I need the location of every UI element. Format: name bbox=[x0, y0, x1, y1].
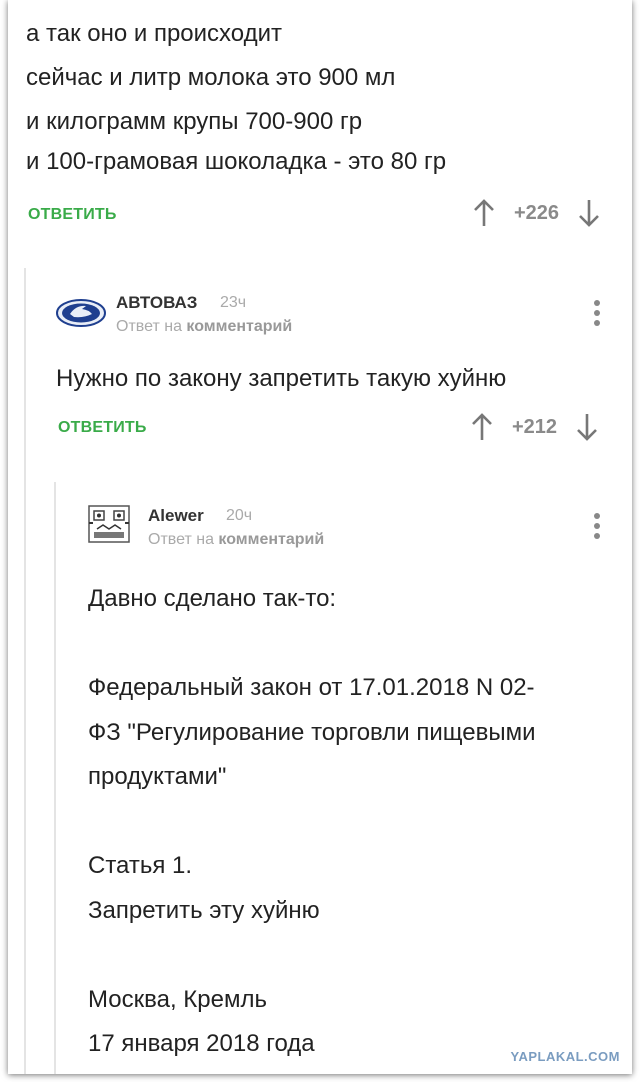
comment-line: Федеральный закон от 17.01.2018 N 02- bbox=[88, 674, 535, 701]
down-arrow-icon[interactable] bbox=[577, 198, 601, 228]
robot-avatar-icon bbox=[88, 505, 130, 543]
up-arrow-icon[interactable] bbox=[470, 412, 494, 442]
thread-line bbox=[24, 268, 26, 1074]
comment-line: и килограмм крупы 700-900 гр bbox=[26, 108, 363, 135]
kebab-menu-icon[interactable] bbox=[593, 300, 601, 330]
comment-text: Нужно по закону запретить такую хуйню bbox=[56, 365, 507, 392]
comment-line: а так оно и происходит bbox=[26, 20, 282, 47]
thread-line bbox=[54, 482, 56, 1074]
comment-line: Запретить эту хуйню bbox=[88, 896, 320, 924]
comment-author[interactable]: АВТОВАЗ bbox=[116, 293, 197, 313]
comment-line: Статья 1. bbox=[88, 852, 193, 879]
comment-line bbox=[88, 800, 535, 845]
comment-line: Давно сделано так-то: bbox=[88, 585, 337, 612]
comment-top-text: а так оно и происходит сейчас и литр мол… bbox=[26, 14, 446, 182]
comment-line: продуктами" bbox=[88, 763, 227, 790]
reply-to-prefix: Ответ на bbox=[116, 318, 182, 335]
down-arrow-icon[interactable] bbox=[575, 412, 599, 442]
reply-to-link[interactable]: комментарий bbox=[186, 318, 292, 335]
comment-time: 23ч bbox=[220, 294, 247, 311]
comment-line bbox=[88, 622, 535, 667]
vote-controls: +226 bbox=[472, 198, 601, 228]
comment-time: 20ч bbox=[226, 507, 253, 524]
comment-line: сейчас и литр молока это 900 мл bbox=[26, 64, 396, 91]
reply-to-link[interactable]: комментарий bbox=[218, 531, 324, 548]
vote-controls: +212 bbox=[470, 412, 599, 442]
reply-to-prefix: Ответ на bbox=[148, 531, 214, 548]
reply-button[interactable]: ОТВЕТИТЬ bbox=[28, 206, 117, 224]
lada-logo-icon bbox=[56, 299, 106, 327]
comment-line: Москва, Кремль bbox=[88, 985, 267, 1013]
comment-line: ФЗ "Регулирование торговли пищевыми bbox=[88, 718, 536, 746]
comment-line bbox=[88, 933, 535, 978]
reply-button[interactable]: ОТВЕТИТЬ bbox=[58, 419, 147, 437]
up-arrow-icon[interactable] bbox=[472, 198, 496, 228]
comment-line: 17 января 2018 года bbox=[88, 1030, 315, 1057]
watermark: YAPLAKAL.COM bbox=[510, 1049, 620, 1064]
score: +226 bbox=[514, 201, 560, 224]
comment-line: и 100-грамовая шоколадка - это 80 гр bbox=[26, 148, 447, 175]
kebab-menu-icon[interactable] bbox=[593, 513, 601, 543]
score: +212 bbox=[512, 415, 558, 438]
reply-to-info: Ответ на комментарий bbox=[116, 318, 292, 336]
comment-author[interactable]: Alewer bbox=[148, 506, 204, 526]
reply-to-info: Ответ на комментарий bbox=[148, 531, 324, 549]
comment-text: Давно сделано так-то: Федеральный закон … bbox=[88, 577, 535, 1067]
screenshot-frame: а так оно и происходит сейчас и литр мол… bbox=[8, 0, 632, 1074]
